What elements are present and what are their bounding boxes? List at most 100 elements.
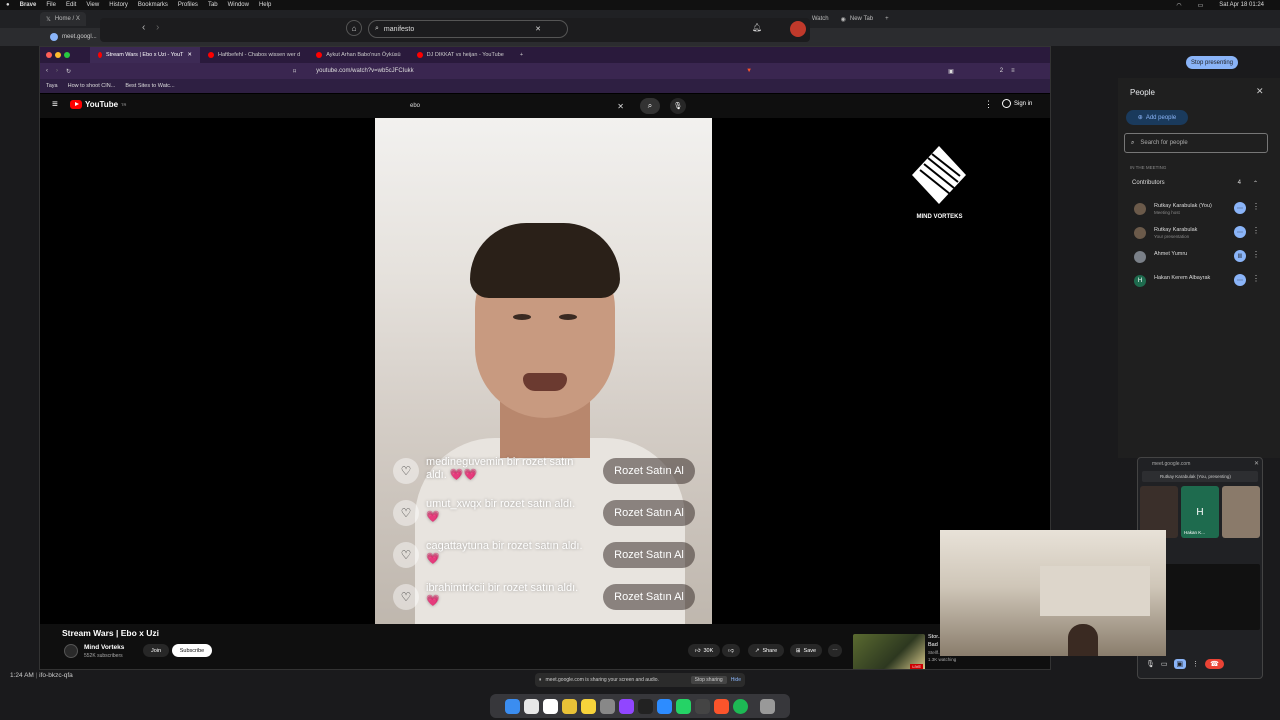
bookmark-taya[interactable]: Taya: [46, 83, 58, 89]
heart-icon[interactable]: ♡: [393, 500, 419, 526]
zoom-icon[interactable]: [657, 698, 672, 714]
whatsapp-icon[interactable]: [676, 698, 691, 714]
close-icon[interactable]: ✕: [1256, 86, 1264, 97]
reload-icon[interactable]: ↻: [66, 68, 71, 75]
share-button[interactable]: ↗ Share: [748, 644, 784, 657]
close-icon[interactable]: ✕: [1254, 460, 1259, 467]
apple-icon[interactable]: ●: [6, 2, 10, 8]
hide-button[interactable]: Hide: [731, 677, 741, 683]
notes-icon[interactable]: [581, 698, 596, 714]
slack-icon[interactable]: [524, 698, 539, 714]
present-icon[interactable]: ▣: [1173, 659, 1187, 669]
menubar-app[interactable]: Brave: [20, 2, 37, 8]
more-options-icon[interactable]: ⋮: [1252, 202, 1260, 211]
add-people-button[interactable]: ⊕ Add people: [1126, 110, 1188, 125]
menu-profiles[interactable]: Profiles: [178, 2, 198, 8]
menu-history[interactable]: History: [109, 2, 128, 8]
mic-icon[interactable]: 🎙︎: [1146, 660, 1155, 668]
avatar[interactable]: [790, 21, 806, 37]
dislike-button[interactable]: 👎︎: [722, 644, 740, 657]
url-field[interactable]: youtube.com/watch?v=wb5cJFCIukk: [316, 68, 746, 74]
heart-icon[interactable]: ♡: [393, 458, 419, 484]
brave-shield-icon[interactable]: ▼: [746, 68, 752, 74]
channel-name[interactable]: Mind Vorteks: [84, 644, 124, 651]
spotify-icon[interactable]: [733, 698, 748, 714]
more-options-icon[interactable]: ⋮: [1192, 660, 1199, 668]
chrome-icon[interactable]: [562, 698, 577, 714]
menu-help[interactable]: Help: [259, 2, 271, 8]
hamburger-icon[interactable]: ≡: [52, 99, 58, 110]
more-actions-button[interactable]: ⋯: [828, 644, 842, 657]
traffic-lights[interactable]: [46, 52, 70, 58]
participant-row[interactable]: Ahmet Yumru Ⅲ ⋮: [1134, 250, 1274, 268]
more-options-icon[interactable]: ⋮: [1252, 250, 1260, 259]
subscribe-button[interactable]: Subscribe: [172, 644, 212, 657]
save-button[interactable]: ⊞ Save: [790, 644, 822, 657]
terminal-icon[interactable]: [638, 698, 653, 714]
tab-home-x[interactable]: 𝕏 Home / X: [40, 12, 86, 26]
tile-hakan[interactable]: H Hakan K...: [1181, 486, 1219, 538]
finder-icon[interactable]: [505, 698, 520, 714]
stop-sharing-button[interactable]: Stop sharing: [690, 676, 727, 684]
menu-file[interactable]: File: [46, 2, 56, 8]
calendar-icon[interactable]: [543, 698, 558, 714]
people-search-input[interactable]: ⌕ Search for people: [1124, 133, 1268, 153]
new-tab-icon[interactable]: +: [885, 16, 889, 22]
contributors-header[interactable]: Contributors 4 ⌃: [1132, 180, 1258, 187]
participant-row[interactable]: Rutkay Karabulak (You) Meeting host ⋯ ⋮: [1134, 202, 1274, 220]
bookmark-how-to-shoot[interactable]: How to shoot CIN...: [68, 83, 116, 89]
youtube-logo[interactable]: YouTube TR: [70, 100, 126, 109]
tab-new-tab[interactable]: ◉ New Tab: [835, 12, 880, 26]
menu-view[interactable]: View: [86, 2, 99, 8]
menu-icon[interactable]: ≡: [1011, 68, 1015, 74]
wifi-icon[interactable]: ◠: [1176, 2, 1181, 9]
more-options-icon[interactable]: ⋮: [1252, 226, 1260, 235]
more-options-icon[interactable]: ⋮: [1252, 274, 1260, 283]
extensions-icon[interactable]: ▣: [948, 68, 954, 75]
forward-icon[interactable]: ›: [156, 22, 159, 33]
tab-dj-dikkat[interactable]: DJ DIKKAT vs heijan - YouTube: [409, 47, 512, 63]
new-tab-icon[interactable]: +: [520, 52, 523, 58]
recommended-thumbnail[interactable]: LIVE: [853, 634, 925, 669]
join-button[interactable]: Join: [143, 644, 169, 657]
clear-search-icon[interactable]: ✕: [535, 25, 541, 33]
bookmark-best-sites[interactable]: Best Sites to Watc...: [125, 83, 174, 89]
tab-count[interactable]: 2: [1000, 68, 1003, 74]
rozet-button[interactable]: Rozet Satın Al: [603, 542, 695, 568]
rozet-button[interactable]: Rozet Satın Al: [603, 458, 695, 484]
camera-icon[interactable]: ▭: [1161, 660, 1168, 668]
end-call-button[interactable]: ☎: [1205, 659, 1224, 669]
rozet-button[interactable]: Rozet Satın Al: [603, 500, 695, 526]
home-icon[interactable]: ⌂: [346, 20, 362, 36]
participant-row[interactable]: Rutkay Karabulak Your presentation ⋯ ⋮: [1134, 226, 1274, 244]
like-button[interactable]: 👍︎ 30K: [688, 644, 720, 657]
menu-edit[interactable]: Edit: [66, 2, 76, 8]
bookmark-icon[interactable]: ⌑: [293, 68, 296, 75]
search-input[interactable]: ⌕ manifesto ✕: [368, 20, 568, 38]
heart-icon[interactable]: ♡: [393, 584, 419, 610]
rozet-button[interactable]: Rozet Satın Al: [603, 584, 695, 610]
bell-icon[interactable]: 🔔︎: [752, 23, 762, 32]
close-tab-icon[interactable]: ✕: [187, 52, 192, 58]
menu-bookmarks[interactable]: Bookmarks: [138, 2, 168, 8]
back-icon[interactable]: ‹: [142, 22, 145, 33]
tab-watch[interactable]: Watch: [806, 12, 835, 26]
back-icon[interactable]: ‹: [46, 68, 48, 74]
trash-icon[interactable]: [760, 698, 775, 714]
youtube-search-input[interactable]: ebo ✕: [410, 99, 638, 113]
vpn-icon[interactable]: [695, 698, 710, 714]
tab-haftbefehl[interactable]: Haftbefehl - Chabos wissen wer d: [200, 47, 308, 63]
tab-stream-wars[interactable]: Stream Wars | Ebo x Uzi - YouT ✕: [90, 47, 200, 63]
heart-icon[interactable]: ♡: [393, 542, 419, 568]
settings-icon[interactable]: [600, 698, 615, 714]
mic-icon[interactable]: 🎙︎: [670, 98, 686, 114]
stop-presenting-button[interactable]: Stop presenting: [1186, 56, 1238, 69]
tile-other[interactable]: [1222, 486, 1260, 538]
menubar-clock[interactable]: Sat Apr 18 01:24: [1219, 2, 1264, 9]
search-icon[interactable]: ⌕: [640, 98, 660, 114]
twitch-icon[interactable]: [619, 698, 634, 714]
tab-aykut[interactable]: Aykut Arhan Babo'nun Öyküsü: [308, 47, 408, 63]
channel-avatar[interactable]: [64, 644, 78, 658]
battery-icon[interactable]: ▭: [1198, 2, 1204, 9]
menu-window[interactable]: Window: [228, 2, 249, 8]
